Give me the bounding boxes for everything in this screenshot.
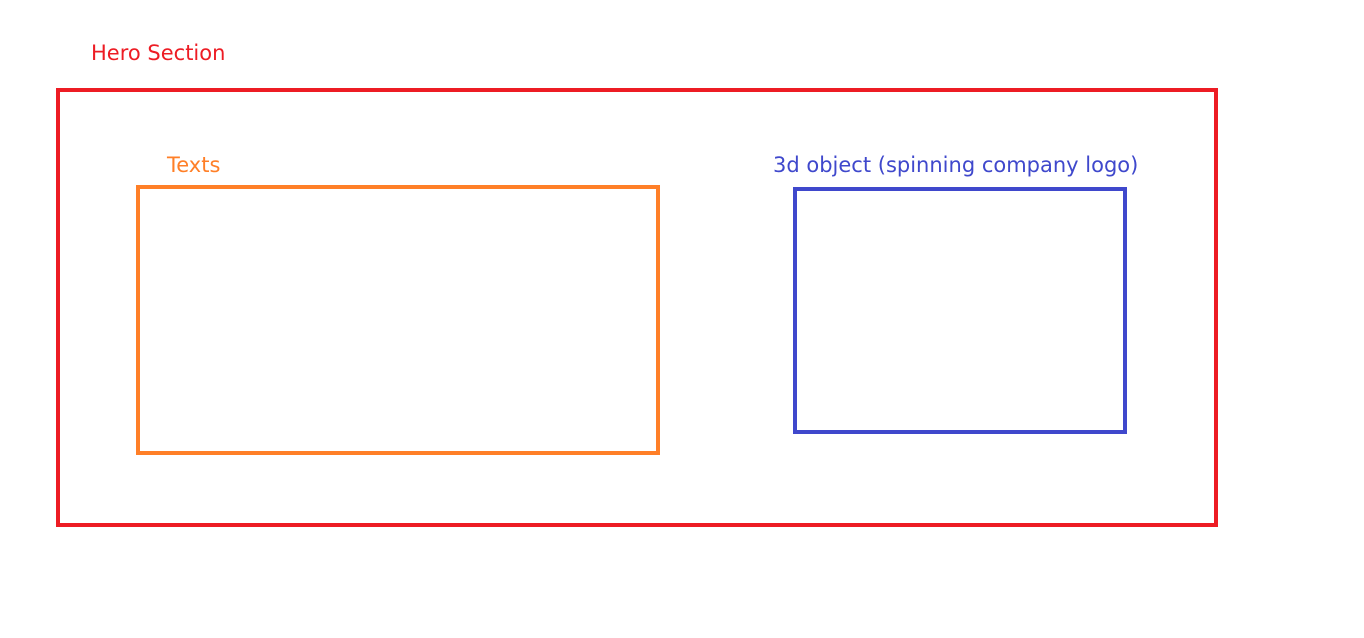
3d-object-box: [793, 187, 1127, 434]
hero-section-label: Hero Section: [91, 41, 226, 65]
texts-label: Texts: [167, 153, 221, 177]
3d-object-label: 3d object (spinning company logo): [773, 153, 1139, 177]
texts-box: [136, 185, 660, 455]
